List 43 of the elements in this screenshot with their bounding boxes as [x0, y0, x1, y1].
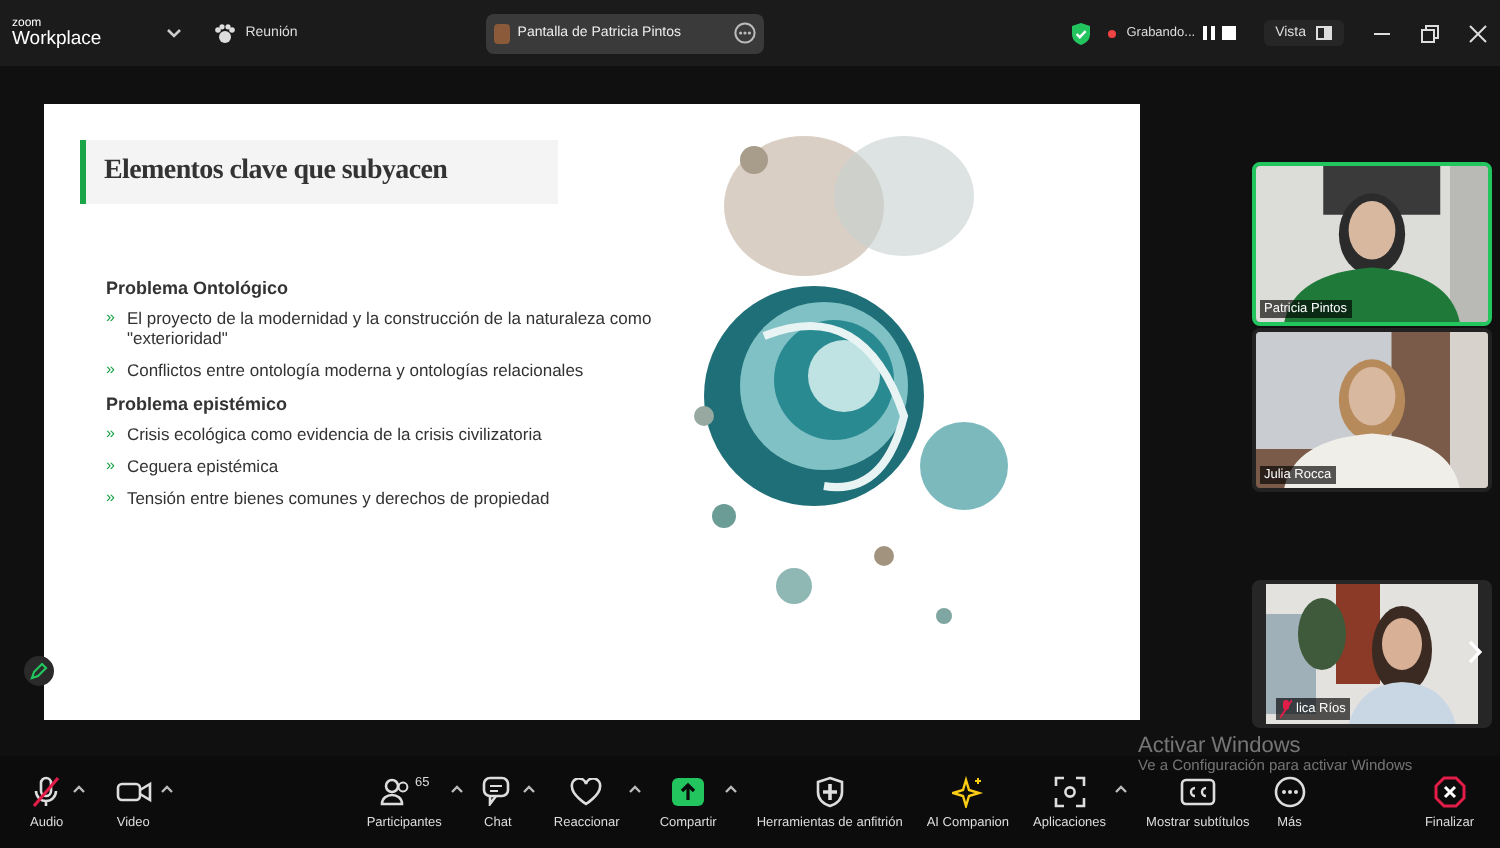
next-page-icon[interactable]	[1468, 640, 1482, 664]
caret-icon[interactable]	[724, 783, 739, 793]
apps-icon	[1053, 775, 1086, 807]
slide-title: Elementos clave que subyacen	[80, 140, 558, 204]
section-heading: Problema Ontológico	[106, 278, 291, 298]
microphone-icon	[30, 775, 63, 807]
paw-icon	[213, 23, 236, 43]
bullet-marker: »	[106, 360, 115, 382]
chat-icon	[481, 775, 514, 807]
sparkle-icon	[951, 775, 984, 807]
pause-icon[interactable]	[1201, 26, 1216, 40]
shield-icon[interactable]	[1070, 21, 1093, 45]
close-icon[interactable]	[1468, 23, 1488, 43]
caret-icon[interactable]	[627, 783, 642, 793]
caret-icon[interactable]	[71, 783, 86, 793]
bullet-text: Tensión entre bienes comunes y derechos de propiedad	[126, 487, 550, 509]
restore-icon[interactable]	[1420, 23, 1440, 43]
upload-icon	[672, 775, 705, 807]
bullet-text: Conflictos entre ontología moderna y ontologías relacionales	[126, 360, 584, 382]
bullet-text: Ceguera epistémica	[126, 455, 279, 476]
caret-icon[interactable]	[159, 783, 174, 793]
bullet-marker: »	[106, 487, 115, 509]
bullet-marker: »	[106, 423, 115, 444]
activation-title: Activar Windows	[1138, 734, 1303, 759]
layout-icon	[1316, 26, 1332, 40]
bullet-text: El proyecto de la modernidad y la construcción de la naturaleza como "exterioridad"	[126, 308, 654, 349]
bullet-marker: »	[106, 455, 115, 476]
close-icon	[1433, 775, 1466, 807]
annotate-icon[interactable]	[24, 656, 54, 686]
chevron-down-icon[interactable]	[165, 27, 182, 39]
more-icon	[1273, 775, 1306, 807]
stop-icon[interactable]	[1221, 26, 1236, 40]
section-heading: Problema epistémico	[106, 393, 290, 414]
more-icon[interactable]	[733, 22, 756, 44]
captions-icon	[1179, 775, 1216, 807]
caret-icon[interactable]	[449, 783, 464, 793]
bullet-text: Crisis ecológica como evidencia de la crisis civilizatoria	[126, 423, 542, 444]
caret-icon[interactable]	[1114, 783, 1129, 793]
heart-icon	[570, 775, 603, 807]
shield-icon	[815, 775, 844, 807]
caret-icon[interactable]	[521, 783, 536, 793]
avatar-icon	[493, 23, 510, 43]
bullet-marker: »	[106, 308, 115, 330]
